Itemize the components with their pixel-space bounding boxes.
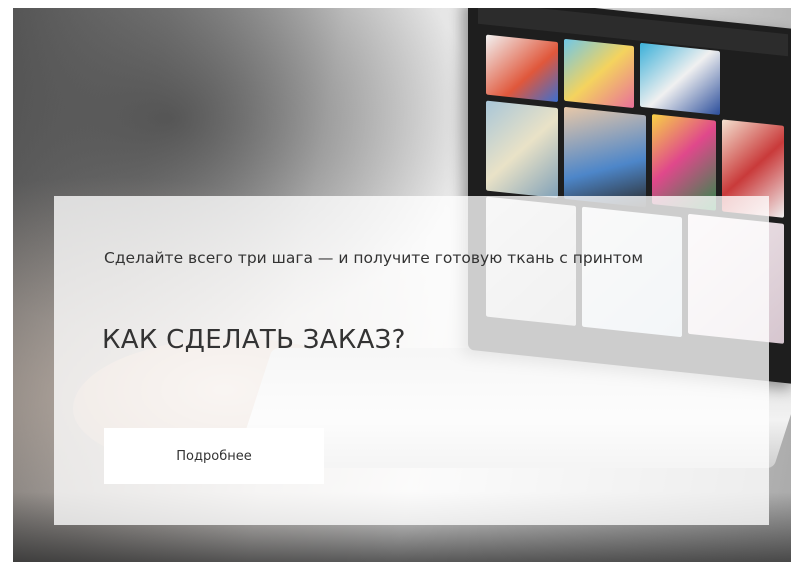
fabric-tile [640,42,720,116]
hero-overlay-panel: Сделайте всего три шага — и получите гот… [54,196,769,525]
page-canvas: Сделайте всего три шага — и получите гот… [0,0,791,562]
fabric-tile [564,38,634,109]
fabric-tile [564,106,646,208]
hero-subtitle: Сделайте всего три шага — и получите гот… [104,249,644,267]
hero-title: КАК СДЕЛАТЬ ЗАКАЗ? [102,325,406,355]
fabric-tile [486,100,558,199]
more-button[interactable]: Подробнее [104,428,324,484]
fabric-tile [486,34,558,103]
